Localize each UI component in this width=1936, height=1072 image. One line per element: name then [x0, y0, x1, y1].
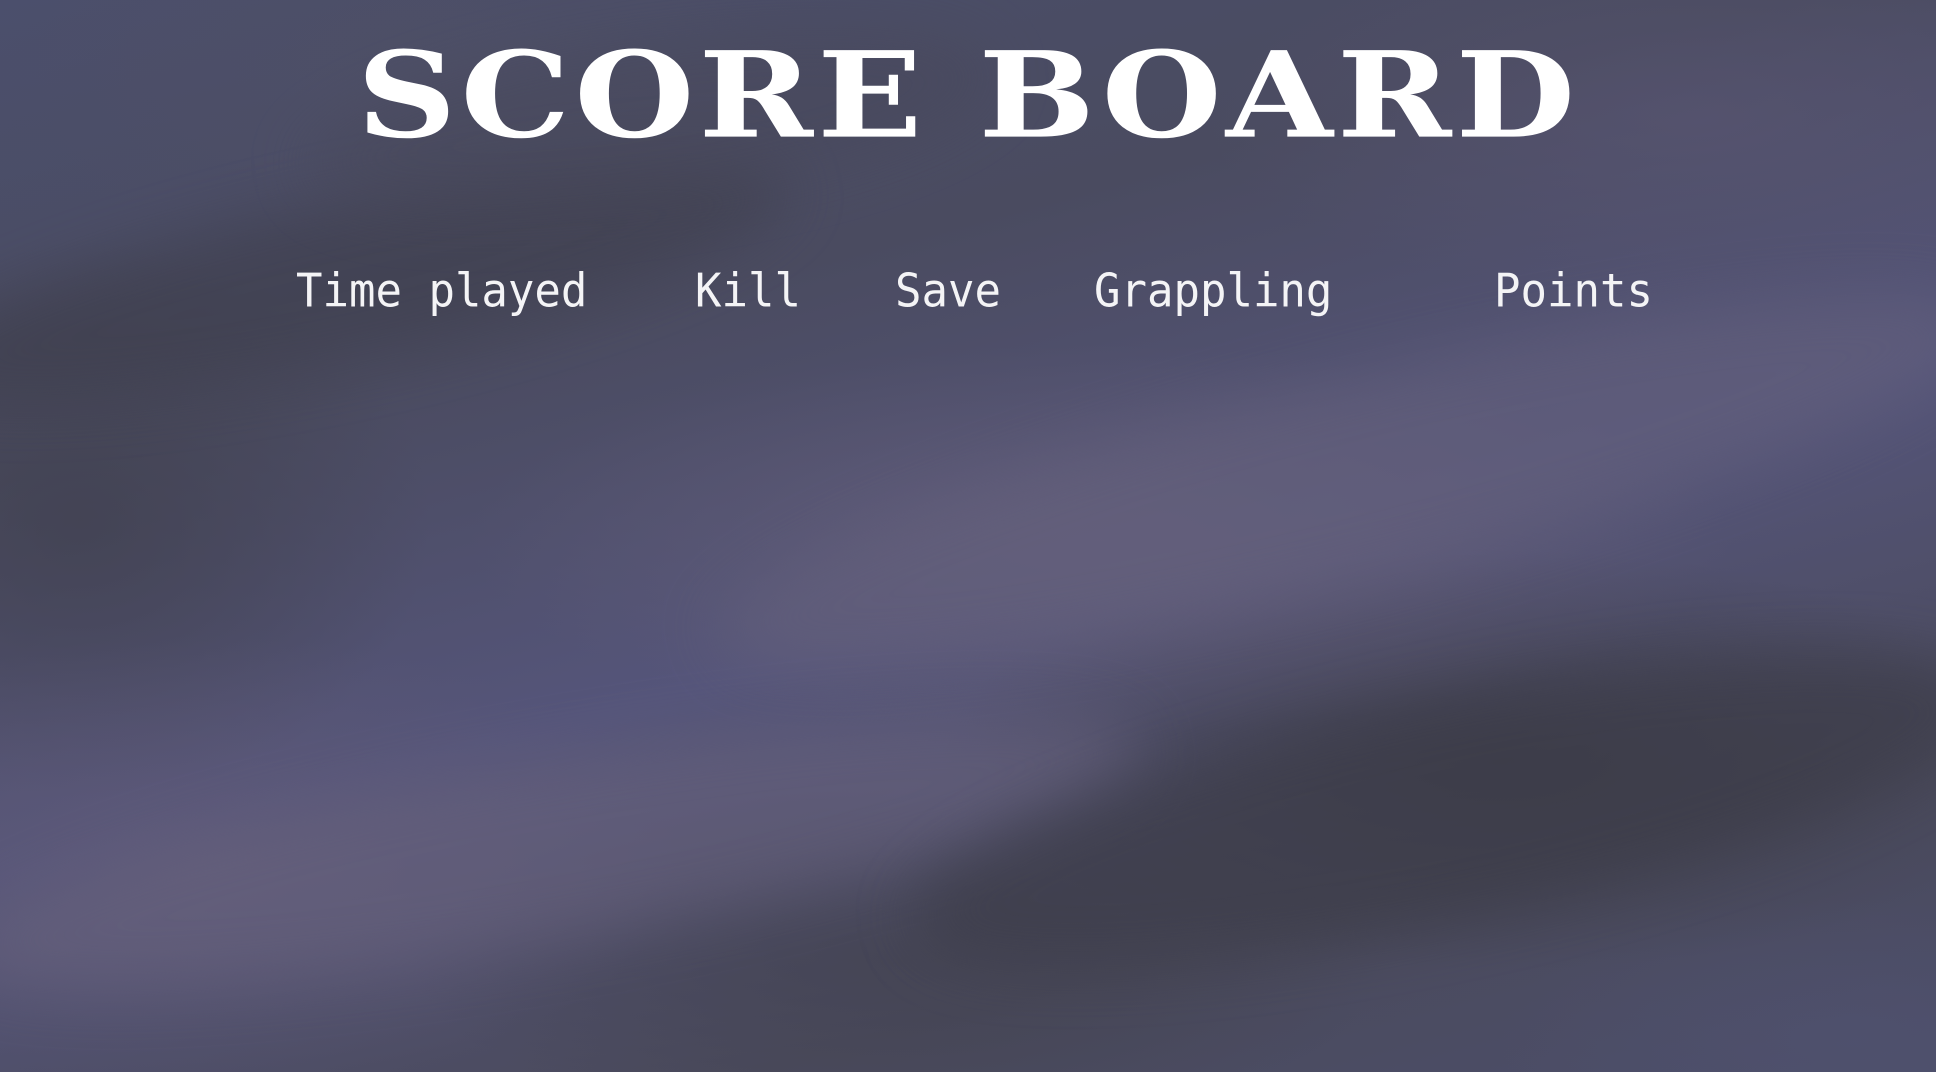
column-header-kill: Kill	[695, 264, 801, 319]
scoreboard-header-row: Time played Kill Save Grappling Points	[0, 262, 1936, 322]
column-header-grappling: Grappling	[1094, 264, 1333, 319]
scoreboard-title: SCORE BOARD	[356, 24, 1580, 165]
column-header-time-played: Time played	[296, 264, 588, 319]
column-header-save: Save	[895, 264, 1001, 319]
column-header-points: Points	[1494, 264, 1653, 319]
